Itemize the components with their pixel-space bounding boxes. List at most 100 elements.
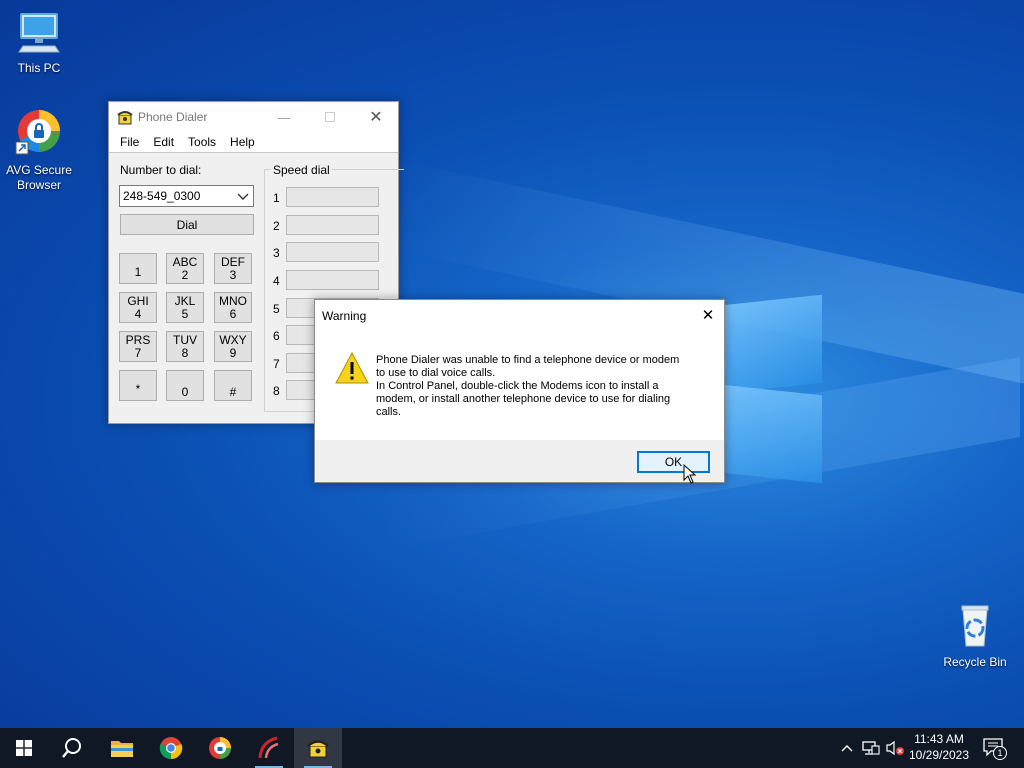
keypad-digit: 2 <box>181 268 189 282</box>
phone-dialer-app-icon <box>307 740 329 758</box>
keypad-8-button[interactable]: TUV 8 <box>166 331 204 362</box>
search-icon <box>62 738 81 758</box>
warning-dialog-title: Warning <box>322 309 367 323</box>
menu-help[interactable]: Help <box>223 135 262 149</box>
dial-button-label: Dial <box>176 217 198 232</box>
volume-muted-icon <box>886 740 904 756</box>
minimize-button[interactable]: — <box>261 102 307 132</box>
menu-divider <box>109 152 398 153</box>
speed-dial-button-3[interactable] <box>286 242 379 262</box>
show-hidden-icons-button[interactable] <box>838 738 856 758</box>
number-to-dial-combobox[interactable]: 248-549_0300 <box>119 185 254 207</box>
chevron-up-icon <box>841 745 853 752</box>
keypad-digit: # <box>229 384 237 399</box>
desktop-icon-label: This PC <box>17 61 61 75</box>
notification-count-badge: 1 <box>993 746 1007 760</box>
keypad-letters: WXY <box>219 333 247 347</box>
warning-message-line: to use to dial voice calls. <box>376 367 496 379</box>
keypad-4-button[interactable]: GHI 4 <box>119 292 157 323</box>
keypad-0-button[interactable]: 0 <box>166 370 204 401</box>
keypad-digit: 5 <box>181 307 189 321</box>
keypad-digit: 3 <box>229 268 237 282</box>
folder-icon <box>111 741 133 757</box>
desktop-icon-avg-secure-browser[interactable]: AVG Secure Browser <box>1 106 77 193</box>
keypad-letters: DEF <box>221 255 245 269</box>
ok-button[interactable]: OK <box>637 451 710 473</box>
phone-dialer-titlebar[interactable]: Phone Dialer — ✕ <box>109 102 398 132</box>
app-arc-icon <box>258 736 279 759</box>
number-to-dial-label: Number to dial: <box>120 163 202 177</box>
windows-start-icon <box>16 740 32 756</box>
keypad-digit: * <box>135 381 141 396</box>
taskbar-avg-browser[interactable] <box>196 728 244 768</box>
keypad-star-button[interactable]: * <box>119 370 157 401</box>
action-center-button[interactable]: 1 <box>980 736 1010 760</box>
taskbar-clock[interactable]: 11:43 AM 10/29/2023 <box>906 731 972 765</box>
desktop-icon-this-pc[interactable]: This PC <box>1 10 77 76</box>
speed-dial-number: 1 <box>273 191 280 205</box>
speed-dial-number: 4 <box>273 274 280 288</box>
keypad-digit: 8 <box>181 346 189 360</box>
start-button[interactable] <box>0 728 48 768</box>
keypad-digit: 7 <box>134 346 142 360</box>
chrome-icon <box>159 737 183 760</box>
warning-close-button[interactable]: ✕ <box>693 302 723 328</box>
close-button[interactable]: ✕ <box>353 102 399 132</box>
menu-edit[interactable]: Edit <box>146 135 181 149</box>
keypad-1-button[interactable]: 1 <box>119 253 157 284</box>
close-icon: ✕ <box>701 307 715 324</box>
speed-dial-label: Speed dial <box>271 163 332 177</box>
keypad-letters: GHI <box>127 294 149 308</box>
wallpaper-windows-logo <box>722 290 822 484</box>
avg-secure-browser-icon <box>209 737 231 759</box>
chevron-down-icon <box>237 193 249 200</box>
taskbar-chrome[interactable] <box>147 728 195 768</box>
avg-secure-browser-icon <box>15 110 60 155</box>
clock-date: 10/29/2023 <box>908 748 970 762</box>
speed-dial-number: 3 <box>273 246 280 260</box>
keypad-2-button[interactable]: ABC 2 <box>166 253 204 284</box>
keypad-7-button[interactable]: PRS 7 <box>119 331 157 362</box>
keypad-letters: TUV <box>173 333 197 347</box>
keypad-3-button[interactable]: DEF 3 <box>214 253 252 284</box>
volume-tray-button[interactable] <box>884 738 906 758</box>
speed-dial-number: 2 <box>273 219 280 233</box>
keypad-6-button[interactable]: MNO 6 <box>214 292 252 323</box>
menu-file[interactable]: File <box>113 135 146 149</box>
mouse-cursor-icon <box>683 464 697 484</box>
keypad-hash-button[interactable]: # <box>214 370 252 401</box>
taskbar-search-button[interactable] <box>48 728 96 768</box>
dial-button[interactable]: Dial <box>120 214 254 235</box>
keypad-9-button[interactable]: WXY 9 <box>214 331 252 362</box>
taskbar-phone-dialer[interactable] <box>294 728 342 768</box>
speed-dial-number: 7 <box>273 357 280 371</box>
speed-dial-button-4[interactable] <box>286 270 379 290</box>
taskbar: 11:43 AM 10/29/2023 1 <box>0 728 1024 768</box>
warning-message-line: calls. <box>376 406 402 418</box>
phone-dialer-app-icon <box>117 111 133 125</box>
maximize-button[interactable] <box>307 102 353 132</box>
network-tray-button[interactable] <box>861 738 881 758</box>
minimize-icon: — <box>277 109 291 125</box>
desktop-icon-recycle-bin[interactable]: Recycle Bin <box>937 600 1013 670</box>
keypad-digit: 6 <box>229 307 237 321</box>
taskbar-file-explorer[interactable] <box>98 728 146 768</box>
keypad-letters: MNO <box>219 294 247 308</box>
number-to-dial-value: 248-549_0300 <box>123 189 201 203</box>
menu-tools[interactable]: Tools <box>181 135 223 149</box>
speed-dial-number: 5 <box>273 302 280 316</box>
this-pc-icon <box>18 13 60 53</box>
close-icon: ✕ <box>369 109 383 126</box>
warning-message: Phone Dialer was unable to find a teleph… <box>376 354 716 419</box>
phone-dialer-title: Phone Dialer <box>138 110 208 124</box>
keypad-digit: 1 <box>134 265 142 279</box>
taskbar-app-red-arc[interactable] <box>245 728 293 768</box>
clock-time: 11:43 AM <box>914 732 964 746</box>
speed-dial-number: 8 <box>273 384 280 398</box>
phone-dialer-menubar: File Edit Tools Help <box>109 132 398 152</box>
keypad-5-button[interactable]: JKL 5 <box>166 292 204 323</box>
maximize-icon <box>325 112 335 122</box>
ok-button-label: OK <box>664 455 683 469</box>
speed-dial-button-2[interactable] <box>286 215 379 235</box>
speed-dial-button-1[interactable] <box>286 187 379 207</box>
